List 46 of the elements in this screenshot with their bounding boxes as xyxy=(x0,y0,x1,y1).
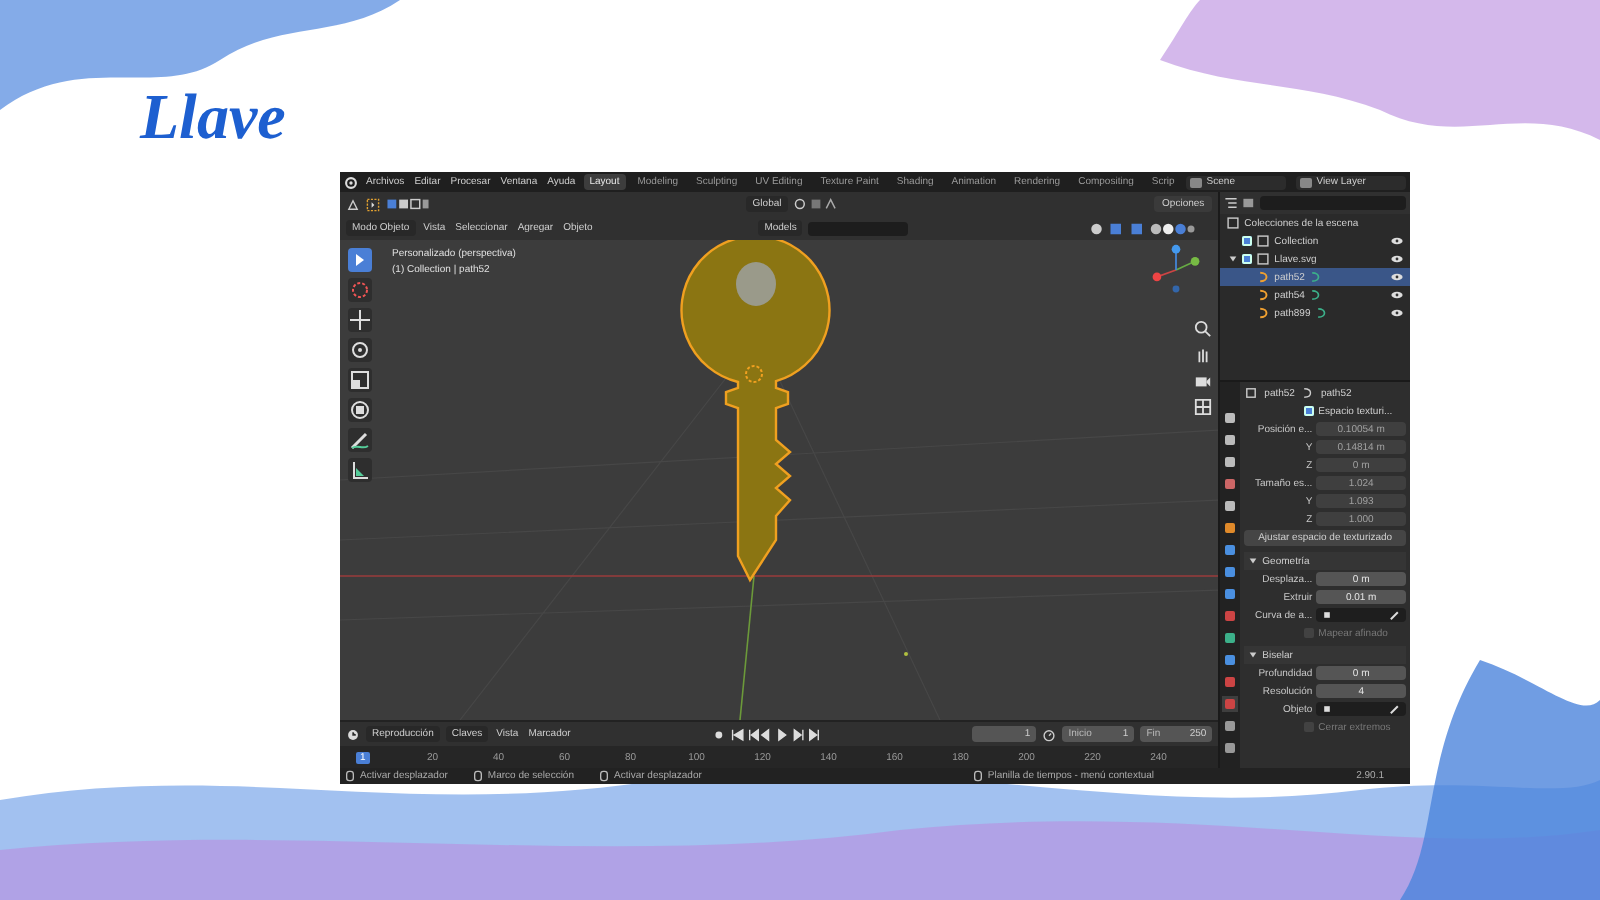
expand-arrow-icon[interactable] xyxy=(1228,254,1239,264)
curve-data-icon xyxy=(1300,386,1315,400)
eye-icon[interactable] xyxy=(1390,236,1404,246)
eye-icon[interactable] xyxy=(1390,254,1404,264)
mouse-icon xyxy=(473,770,482,782)
hand-icon[interactable] xyxy=(1194,346,1213,364)
camera-icon[interactable] xyxy=(1194,372,1213,390)
slide-title: Llave xyxy=(140,80,286,152)
object-icon xyxy=(1320,608,1335,622)
cursor-tool-icon[interactable] xyxy=(348,278,372,302)
annotate-tool-icon[interactable] xyxy=(348,428,372,452)
checkbox[interactable] xyxy=(1242,254,1253,264)
move-tool-icon[interactable] xyxy=(348,308,372,332)
measure-tool-icon[interactable] xyxy=(348,458,372,482)
zoom-icon[interactable] xyxy=(1194,320,1213,338)
eyedropper-icon[interactable] xyxy=(1388,702,1402,716)
app-logo-icon[interactable] xyxy=(344,175,358,189)
checkbox[interactable] xyxy=(1242,236,1253,246)
object-icon xyxy=(1320,702,1335,716)
eye-icon[interactable] xyxy=(1390,272,1404,282)
rotate-tool-icon[interactable] xyxy=(348,338,372,362)
expand-arrow-icon xyxy=(1248,650,1259,660)
axis-gizmo-icon[interactable] xyxy=(1150,244,1203,296)
object-icon xyxy=(1244,386,1259,400)
mouse-icon xyxy=(346,770,354,782)
eye-icon[interactable] xyxy=(1390,290,1404,300)
mouse-icon xyxy=(973,770,982,782)
selection-mode-icon[interactable] xyxy=(386,198,430,210)
object-field[interactable] xyxy=(1316,608,1406,622)
clock-icon[interactable] xyxy=(346,727,360,741)
select-tool-icon[interactable] xyxy=(348,248,372,272)
editor-type-icon[interactable] xyxy=(346,197,360,211)
mouse-icon xyxy=(600,770,608,782)
select-tool-icon[interactable] xyxy=(366,197,380,211)
expand-arrow-icon xyxy=(1248,556,1259,566)
transform-tool-icon[interactable] xyxy=(348,398,372,422)
object-field[interactable] xyxy=(1316,702,1406,716)
grid-icon[interactable] xyxy=(1194,398,1213,416)
scale-tool-icon[interactable] xyxy=(348,368,372,392)
editor-type-icon[interactable] xyxy=(1224,196,1239,210)
pivot-snap-icon[interactable] xyxy=(793,198,838,210)
eye-icon[interactable] xyxy=(1390,308,1404,318)
checkbox[interactable] xyxy=(1304,406,1315,416)
display-mode-icon[interactable] xyxy=(1242,196,1257,210)
eyedropper-icon[interactable] xyxy=(1388,608,1402,622)
stopwatch-icon[interactable] xyxy=(1042,727,1057,741)
